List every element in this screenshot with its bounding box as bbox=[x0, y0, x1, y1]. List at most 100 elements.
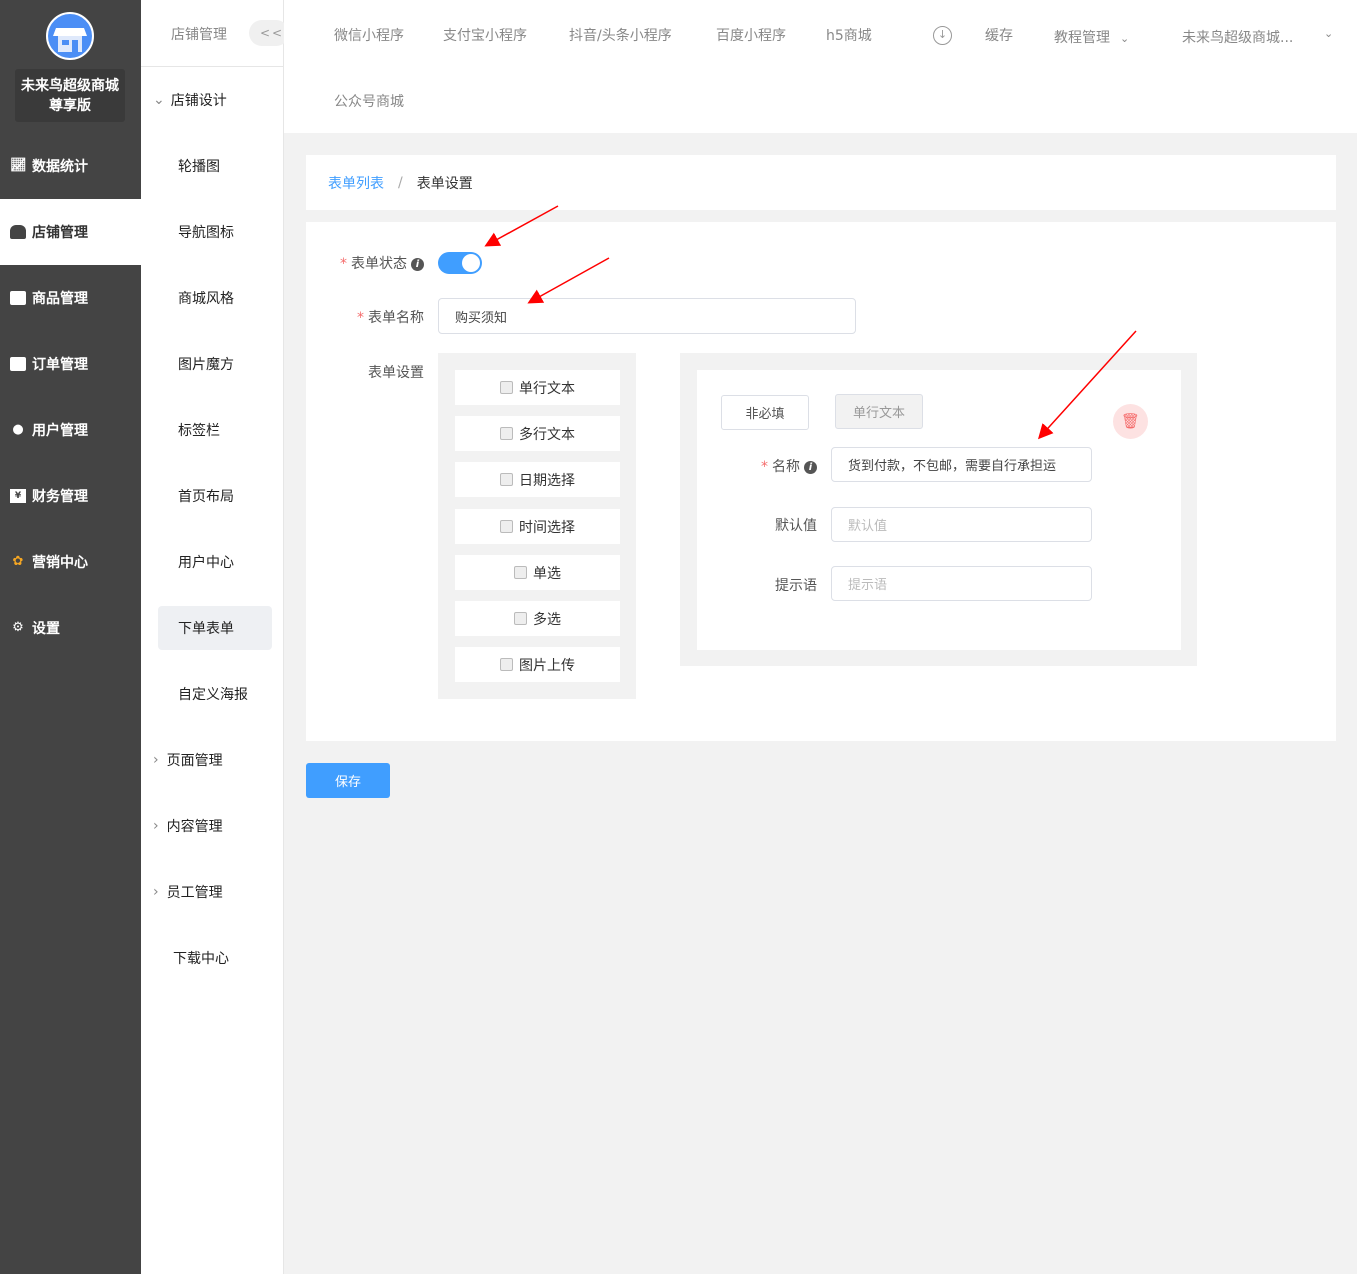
palette-label: 日期选择 bbox=[519, 472, 575, 489]
form-settings-label: 表单设置 bbox=[368, 365, 424, 381]
group-label: 内容管理 bbox=[166, 819, 223, 835]
textarea-icon bbox=[500, 427, 513, 440]
submenu-item[interactable]: 导航图标 bbox=[158, 210, 272, 254]
tab-douyin[interactable]: 抖音/头条小程序 bbox=[569, 25, 672, 45]
sidebar-item-users[interactable]: ● 用户管理 bbox=[0, 397, 141, 463]
checkbox-icon bbox=[514, 612, 527, 625]
calendar-icon bbox=[500, 473, 513, 486]
hint-input[interactable]: 提示语 bbox=[831, 566, 1092, 601]
form-status-toggle[interactable] bbox=[438, 252, 482, 274]
cache-button[interactable]: 缓存 bbox=[985, 25, 1013, 45]
field-palette: 单行文本 多行文本 日期选择 时间选择 单选 多选 图片上传 bbox=[438, 353, 636, 699]
text-icon bbox=[500, 381, 513, 394]
download-icon[interactable]: ↓ bbox=[933, 26, 952, 45]
palette-date[interactable]: 日期选择 bbox=[455, 462, 620, 497]
clock-icon bbox=[500, 520, 513, 533]
tutorial-dropdown[interactable]: 教程管理 ⌄ bbox=[1054, 27, 1129, 47]
tab-official-account[interactable]: 公众号商城 bbox=[334, 91, 404, 111]
submenu-group[interactable]: › 员工管理 bbox=[153, 870, 267, 914]
group-label: 员工管理 bbox=[166, 885, 223, 901]
submenu-group[interactable]: › 内容管理 bbox=[153, 804, 267, 848]
marketing-icon: ✿ bbox=[12, 554, 24, 569]
field-editor-panel: 非必填 单行文本 🗑︎ * 名称 i 货到付款，不包邮，需要自行承担运 默认值 默认… bbox=[697, 370, 1181, 650]
breadcrumb: 表单列表 / 表单设置 bbox=[306, 155, 1336, 210]
info-icon: i bbox=[804, 460, 817, 474]
palette-label: 图片上传 bbox=[519, 657, 575, 674]
divider bbox=[141, 66, 284, 67]
delete-icon[interactable]: 🗑︎ bbox=[1113, 404, 1148, 439]
palette-label: 单行文本 bbox=[519, 380, 575, 397]
field-editor: 非必填 单行文本 🗑︎ * 名称 i 货到付款，不包邮，需要自行承担运 默认值 默认… bbox=[680, 353, 1197, 666]
submenu-item[interactable]: 标签栏 bbox=[158, 408, 272, 452]
chevron-right-icon: › bbox=[153, 818, 159, 834]
palette-checkbox[interactable]: 多选 bbox=[455, 601, 620, 636]
collapse-button[interactable]: << bbox=[249, 20, 289, 46]
palette-radio[interactable]: 单选 bbox=[455, 555, 620, 590]
chevron-down-icon: ⌄ bbox=[1324, 27, 1334, 40]
submenu-item-download[interactable]: 下载中心 bbox=[153, 936, 267, 980]
form-name-input[interactable]: 购买须知 bbox=[438, 298, 856, 334]
info-icon: i bbox=[411, 257, 424, 271]
account-label: 未来鸟超级商城... bbox=[1182, 30, 1294, 46]
submenu-item[interactable]: 自定义海报 bbox=[158, 672, 272, 716]
top-nav: 微信小程序 支付宝小程序 抖音/头条小程序 百度小程序 h5商城 公众号商城 ↓… bbox=[284, 0, 1357, 133]
palette-label: 多选 bbox=[533, 611, 561, 628]
logo bbox=[46, 12, 94, 60]
save-button[interactable]: 保存 bbox=[306, 763, 390, 798]
chevron-right-icon: › bbox=[153, 752, 159, 768]
sidebar-item-label: 数据统计 bbox=[32, 159, 88, 175]
submenu-group[interactable]: › 页面管理 bbox=[153, 738, 267, 782]
default-value-input[interactable]: 默认值 bbox=[831, 507, 1092, 542]
tutorial-label: 教程管理 bbox=[1054, 30, 1110, 46]
breadcrumb-form-list[interactable]: 表单列表 bbox=[328, 173, 384, 193]
palette-single-text[interactable]: 单行文本 bbox=[455, 370, 620, 405]
sidebar-item-shop[interactable]: 店铺管理 bbox=[0, 199, 141, 265]
chevron-down-icon: ⌄ bbox=[153, 92, 165, 108]
field-type-button[interactable]: 单行文本 bbox=[835, 394, 923, 429]
sidebar-item-orders[interactable]: 订单管理 bbox=[0, 331, 141, 397]
submenu-item[interactable]: 轮播图 bbox=[158, 144, 272, 188]
palette-label: 单选 bbox=[533, 565, 561, 582]
palette-label: 时间选择 bbox=[519, 519, 575, 536]
palette-multi-text[interactable]: 多行文本 bbox=[455, 416, 620, 451]
palette-time[interactable]: 时间选择 bbox=[455, 509, 620, 544]
user-icon: ● bbox=[12, 422, 24, 437]
sidebar-item-label: 营销中心 bbox=[32, 555, 88, 571]
field-name-input[interactable]: 货到付款，不包邮，需要自行承担运 bbox=[831, 447, 1092, 482]
palette-image-upload[interactable]: 图片上传 bbox=[455, 647, 620, 682]
chevron-right-icon: › bbox=[153, 884, 159, 900]
submenu-item-order-form[interactable]: 下单表单 bbox=[158, 606, 272, 650]
sidebar-item-finance[interactable]: ¥ 财务管理 bbox=[0, 463, 141, 529]
submenu-item[interactable]: 商城风格 bbox=[158, 276, 272, 320]
brand-name: 未来鸟超级商城尊享版 bbox=[15, 69, 125, 122]
required-toggle-button[interactable]: 非必填 bbox=[721, 395, 809, 430]
breadcrumb-current: 表单设置 bbox=[416, 175, 473, 192]
group-label: 店铺设计 bbox=[170, 93, 227, 109]
submenu-item[interactable]: 用户中心 bbox=[158, 540, 272, 584]
sidebar-item-label: 用户管理 bbox=[32, 423, 88, 439]
image-icon bbox=[500, 658, 513, 671]
submenu-item[interactable]: 首页布局 bbox=[158, 474, 272, 518]
shop-icon bbox=[10, 225, 26, 239]
radio-icon bbox=[514, 566, 527, 579]
sidebar-item-label: 订单管理 bbox=[32, 357, 88, 373]
sidebar: 未来鸟超级商城尊享版 📈︎ 数据统计 店铺管理 商品管理 订单管理 ● 用户管理 ¥… bbox=[0, 0, 141, 1274]
sidebar-item-label: 商品管理 bbox=[32, 291, 88, 307]
submenu-item[interactable]: 图片魔方 bbox=[158, 342, 272, 386]
sidebar-item-marketing[interactable]: ✿ 营销中心 bbox=[0, 529, 141, 595]
breadcrumb-separator: / bbox=[398, 174, 403, 191]
submenu-group-shop-design[interactable]: ⌄ 店铺设计 bbox=[153, 78, 267, 122]
chevron-down-icon: ⌄ bbox=[1120, 32, 1130, 45]
sidebar-item-goods[interactable]: 商品管理 bbox=[0, 265, 141, 331]
sidebar-item-label: 店铺管理 bbox=[32, 225, 88, 241]
palette-label: 多行文本 bbox=[519, 426, 575, 443]
order-icon bbox=[10, 357, 26, 371]
tab-alipay[interactable]: 支付宝小程序 bbox=[443, 25, 527, 45]
tab-wechat[interactable]: 微信小程序 bbox=[334, 25, 404, 45]
tab-h5[interactable]: h5商城 bbox=[826, 25, 872, 45]
settings-icon: ⚙ bbox=[12, 620, 24, 635]
tab-baidu[interactable]: 百度小程序 bbox=[716, 25, 786, 45]
account-dropdown[interactable]: 未来鸟超级商城... ⌄ bbox=[1182, 27, 1342, 47]
sidebar-item-stats[interactable]: 📈︎ 数据统计 bbox=[0, 133, 141, 199]
sidebar-item-settings[interactable]: ⚙ 设置 bbox=[0, 595, 141, 661]
